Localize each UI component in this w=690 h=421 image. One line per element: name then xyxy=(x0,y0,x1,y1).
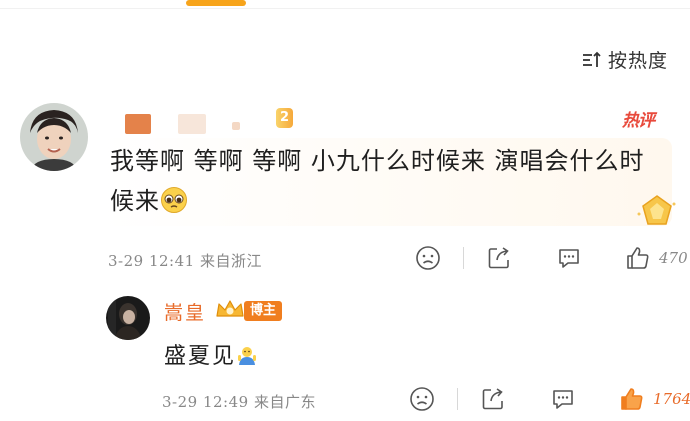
reply-actions: 1764 xyxy=(408,385,690,413)
comment-icon xyxy=(553,390,573,409)
medal-icon xyxy=(637,195,676,225)
comment-actions: 470 xyxy=(414,244,688,272)
divider xyxy=(463,247,464,269)
share-icon xyxy=(488,247,509,269)
reply-body: 盛夏见 xyxy=(164,344,237,369)
share-button[interactable] xyxy=(479,385,507,413)
divider xyxy=(457,388,458,410)
avatar-image xyxy=(20,103,88,171)
blogger-badge: 博主 xyxy=(244,301,283,321)
hot-comment-badge: 热评 xyxy=(622,111,655,131)
like-button[interactable]: 1764 xyxy=(619,386,690,412)
comment-meta: 3-29 12:41 来自浙江 xyxy=(108,250,262,271)
dislike-button[interactable] xyxy=(414,244,442,272)
like-button[interactable]: 470 xyxy=(625,245,688,271)
timestamp: 3-29 12:49 xyxy=(162,393,249,411)
like-count: 1764 xyxy=(653,390,690,408)
reply-text: 盛夏见 xyxy=(164,338,258,370)
dislike-button[interactable] xyxy=(408,385,436,413)
location: 来自浙江 xyxy=(199,252,262,270)
avatar-image xyxy=(106,296,150,340)
reply-button[interactable] xyxy=(549,385,577,413)
frown-face-icon xyxy=(416,246,440,270)
comment-icon xyxy=(559,249,579,268)
user-name[interactable]: 2 xyxy=(108,108,348,134)
frown-face-icon xyxy=(410,387,434,411)
sort-icon xyxy=(582,51,601,67)
pleading-face-icon xyxy=(161,187,187,213)
thumbs-up-filled-icon xyxy=(621,388,643,410)
waving-person-icon xyxy=(238,347,257,365)
avatar[interactable] xyxy=(20,103,88,171)
name-block xyxy=(125,114,151,134)
name-block xyxy=(232,122,240,130)
comment-page: 按热度 2 热评 我等啊 等啊 等啊 小九什么时候来 演唱会什么时候来 3-29… xyxy=(0,0,690,421)
reply-meta: 3-29 12:49 来自广东 xyxy=(162,391,316,412)
sort-label: 按热度 xyxy=(607,50,668,72)
name-block xyxy=(178,114,206,134)
like-count: 470 xyxy=(659,249,688,267)
thumbs-up-icon xyxy=(627,247,649,269)
active-tab-indicator xyxy=(186,0,246,6)
share-button[interactable] xyxy=(485,244,513,272)
sort-by-heat-button[interactable]: 按热度 xyxy=(582,46,668,73)
user-level-badge: 2 xyxy=(276,108,294,128)
reply-avatar[interactable] xyxy=(106,296,150,340)
top-divider xyxy=(0,8,690,9)
location: 来自广东 xyxy=(253,393,316,411)
crown-icon xyxy=(216,300,244,317)
timestamp: 3-29 12:41 xyxy=(108,252,195,270)
comment-body: 我等啊 等啊 等啊 小九什么时候来 演唱会什么时候来 xyxy=(110,147,645,215)
reply-button[interactable] xyxy=(555,244,583,272)
comment-text: 我等啊 等啊 等啊 小九什么时候来 演唱会什么时候来 xyxy=(110,141,650,221)
reply-user-name[interactable]: 嵩皇 xyxy=(164,298,206,325)
share-icon xyxy=(482,388,503,410)
